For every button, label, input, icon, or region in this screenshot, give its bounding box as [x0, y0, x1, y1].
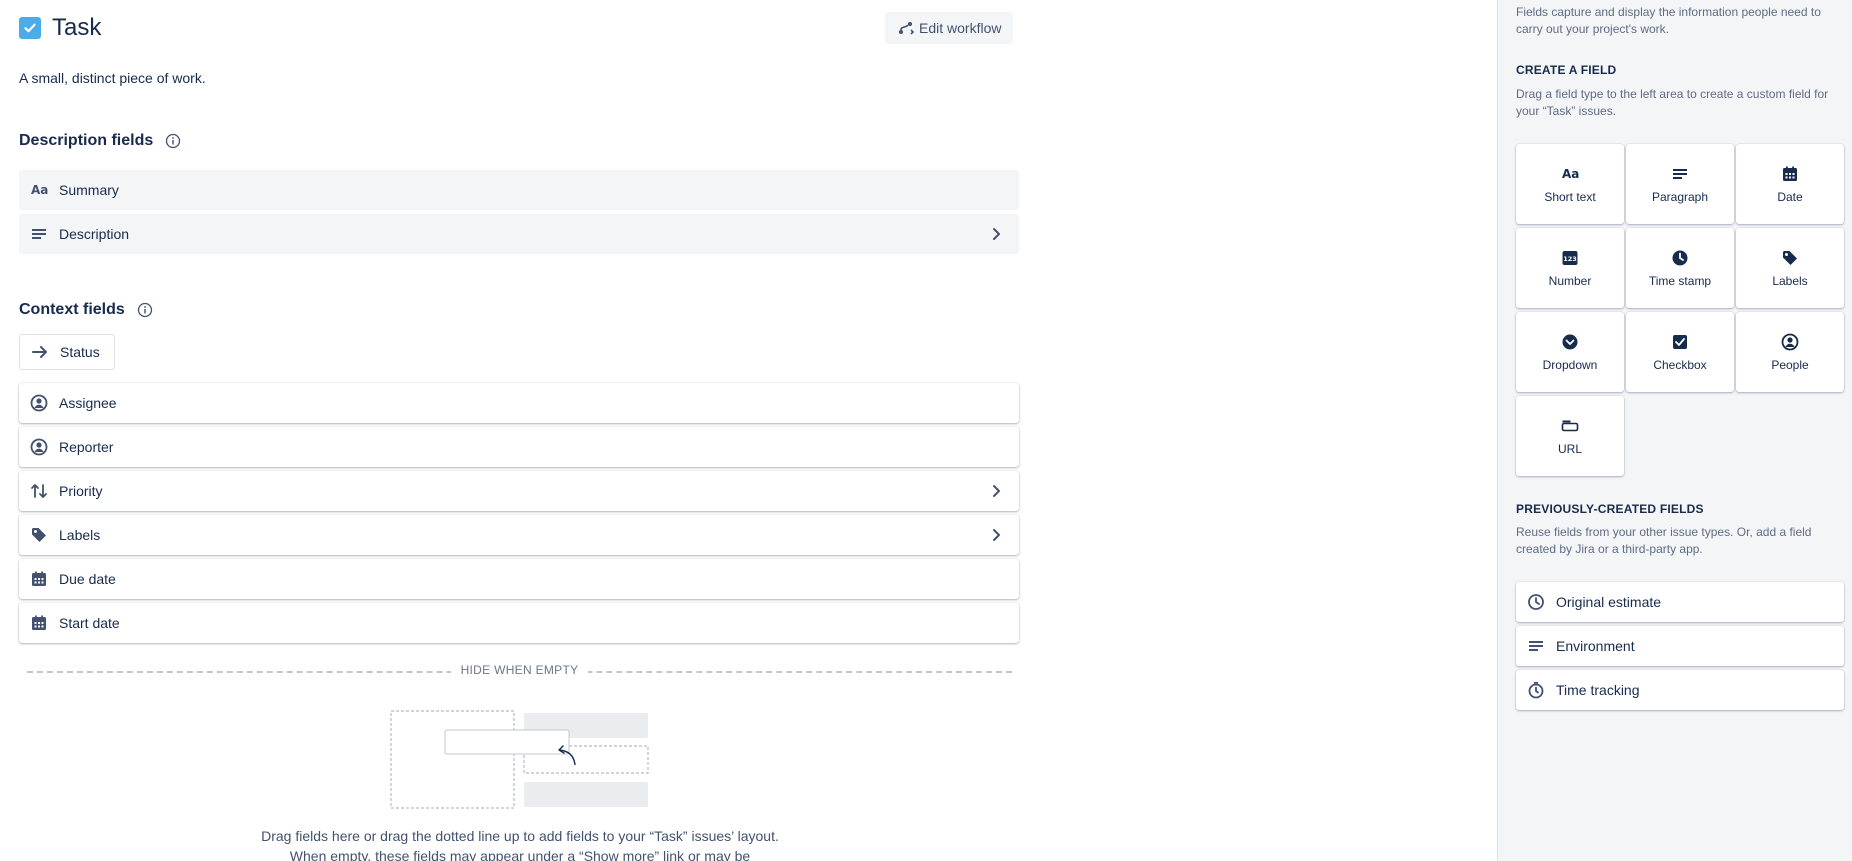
info-icon[interactable]: [137, 302, 153, 318]
calendar-icon: [29, 613, 49, 633]
svg-text:Aa: Aa: [1562, 167, 1579, 181]
create-field-text: Drag a field type to the left area to cr…: [1516, 87, 1829, 118]
field-assignee[interactable]: Assignee: [19, 383, 1019, 423]
field-due-date[interactable]: Due date: [19, 559, 1019, 599]
field-type-label: People: [1771, 358, 1809, 372]
field-start-date[interactable]: Start date: [19, 603, 1019, 643]
checkbox-checked-icon: [19, 17, 41, 39]
tag-icon: [1780, 248, 1800, 268]
field-type-checkbox[interactable]: Checkbox: [1626, 312, 1734, 392]
description-fields-heading: Description fields: [19, 132, 181, 150]
field-reporter[interactable]: Reporter: [19, 427, 1019, 467]
field-type-label: Checkbox: [1653, 358, 1707, 372]
field-type-label: Labels: [1772, 274, 1808, 288]
field-type-label: Number: [1548, 274, 1592, 288]
field-type-paragraph[interactable]: Paragraph: [1626, 144, 1734, 224]
field-type-label: Dropdown: [1542, 358, 1598, 372]
calendar-icon: [1780, 164, 1800, 184]
field-type-label: Paragraph: [1651, 190, 1709, 204]
field-summary[interactable]: Aa Summary: [19, 170, 1019, 210]
field-label: Priority: [59, 483, 103, 499]
fields-sidebar: Fields capture and display the informati…: [1497, 0, 1852, 861]
previous-field-time-tracking[interactable]: Time tracking: [1516, 670, 1844, 710]
paragraph-icon: [1526, 636, 1546, 656]
issue-type-header: Task: [19, 14, 101, 42]
hide-when-empty-label: HIDE WHEN EMPTY: [450, 663, 589, 677]
field-type-labels[interactable]: Labels: [1736, 228, 1844, 308]
field-type-dropdown[interactable]: Dropdown: [1516, 312, 1624, 392]
issue-type-title[interactable]: Task: [52, 14, 101, 42]
person-circle-icon: [1780, 332, 1800, 352]
field-type-date[interactable]: Date: [1736, 144, 1844, 224]
field-priority[interactable]: Priority: [19, 471, 1019, 511]
person-circle-icon: [29, 393, 49, 413]
field-type-label: Time stamp: [1648, 274, 1712, 288]
field-layout-editor: Task Edit workflow A small, distinct pie…: [0, 0, 1040, 861]
field-label: Reporter: [59, 439, 114, 455]
field-labels[interactable]: Labels: [19, 515, 1019, 555]
previous-field-label: Original estimate: [1556, 594, 1662, 610]
link-icon: [1560, 416, 1580, 436]
previous-field-label: Environment: [1556, 638, 1635, 654]
info-icon[interactable]: [165, 133, 181, 149]
svg-text:123: 123: [1563, 255, 1577, 263]
hide-when-empty-help-text: Drag fields here or drag the dotted line…: [261, 828, 779, 861]
number-123-icon: 123: [1560, 248, 1580, 268]
chevron-right-icon[interactable]: [987, 482, 1005, 500]
dropdown-circle-icon: [1560, 332, 1580, 352]
field-description[interactable]: Description: [19, 214, 1019, 254]
arrow-right-icon: [32, 346, 47, 358]
workflow-icon: [899, 22, 915, 35]
field-type-label: Date: [1777, 190, 1803, 204]
previous-field-original-estimate[interactable]: Original estimate: [1516, 582, 1844, 622]
field-label: Start date: [59, 615, 120, 631]
field-type-people[interactable]: People: [1736, 312, 1844, 392]
stopwatch-icon: [1526, 680, 1546, 700]
text-aa-icon: Aa: [29, 180, 49, 200]
calendar-icon: [29, 569, 49, 589]
text-aa-icon: Aa: [1560, 164, 1580, 184]
field-type-url[interactable]: URL: [1516, 396, 1624, 476]
field-type-number[interactable]: 123 Number: [1516, 228, 1624, 308]
chevron-right-icon[interactable]: [987, 526, 1005, 544]
field-type-time-stamp[interactable]: Time stamp: [1626, 228, 1734, 308]
field-type-short-text[interactable]: Aa Short text: [1516, 144, 1624, 224]
previous-field-environment[interactable]: Environment: [1516, 626, 1844, 666]
field-type-label: Short text: [1544, 190, 1596, 204]
clock-icon: [1670, 248, 1690, 268]
field-label: Description: [59, 226, 130, 242]
hide-when-empty-divider[interactable]: HIDE WHEN EMPTY: [27, 663, 1012, 679]
field-label: Assignee: [59, 395, 117, 411]
edit-workflow-label: Edit workflow: [919, 20, 1002, 36]
field-status[interactable]: Status: [19, 334, 115, 370]
priority-arrows-icon: [29, 481, 49, 501]
paragraph-icon: [29, 224, 49, 244]
previous-fields-text: Reuse fields from your other issue types…: [1516, 525, 1812, 556]
previous-fields-heading: PREVIOUSLY-CREATED FIELDS: [1516, 502, 1704, 516]
field-label: Labels: [59, 527, 101, 543]
tag-icon: [29, 525, 49, 545]
edit-workflow-button[interactable]: Edit workflow: [885, 12, 1014, 44]
field-type-label: URL: [1557, 442, 1582, 456]
clock-outline-icon: [1526, 592, 1546, 612]
field-label: Summary: [59, 182, 119, 198]
person-circle-icon: [29, 437, 49, 457]
svg-text:Aa: Aa: [31, 183, 48, 197]
field-label: Due date: [59, 571, 116, 587]
section-title: Context fields: [19, 301, 125, 318]
create-field-heading: CREATE A FIELD: [1516, 63, 1617, 77]
chevron-right-icon[interactable]: [987, 225, 1005, 243]
field-label: Status: [60, 344, 100, 360]
paragraph-icon: [1670, 164, 1690, 184]
drag-illustration: [390, 710, 649, 809]
previous-field-label: Time tracking: [1556, 682, 1640, 698]
section-title: Description fields: [19, 132, 154, 149]
sidebar-intro: Fields capture and display the informati…: [1516, 5, 1821, 36]
checkbox-icon: [1670, 332, 1690, 352]
issue-type-description[interactable]: A small, distinct piece of work.: [19, 70, 206, 86]
context-fields-heading: Context fields: [19, 301, 153, 319]
